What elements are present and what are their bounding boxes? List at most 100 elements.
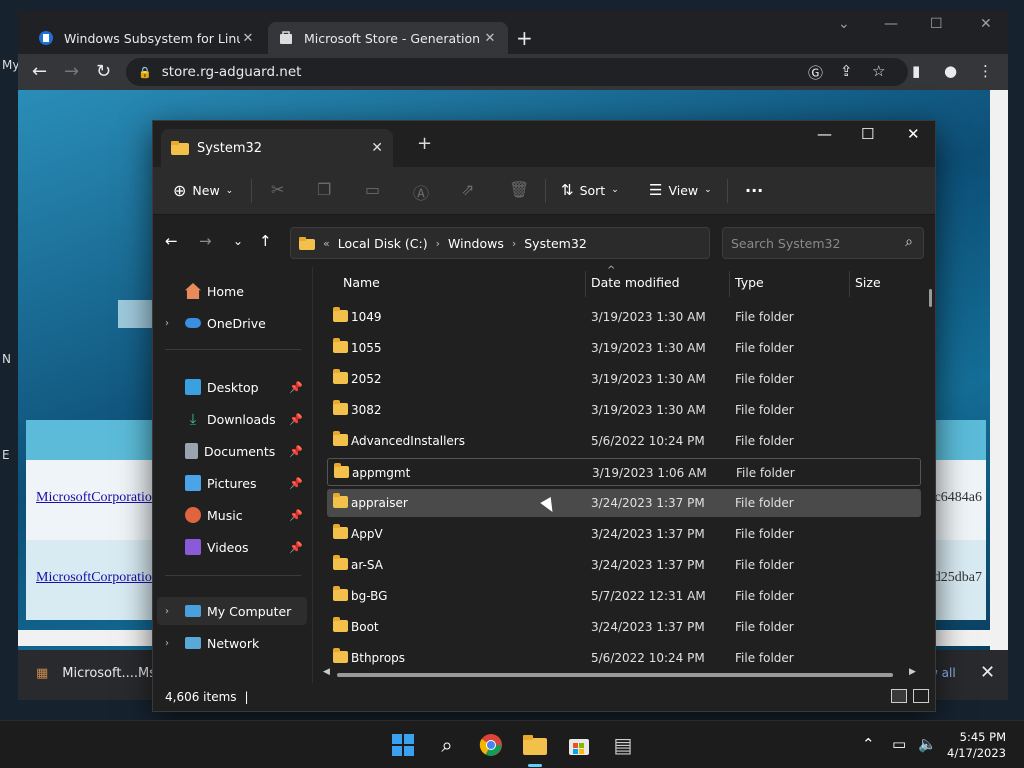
close-window-icon[interactable]: ✕ (980, 16, 992, 32)
bookmark-star-icon[interactable]: ☆ (872, 62, 885, 80)
file-row[interactable]: bg-BG 5/7/2022 12:31 AM File folder (327, 582, 921, 610)
nav-item-videos[interactable]: Videos 📌 (157, 533, 307, 561)
scroll-left-icon[interactable]: ◀ (323, 667, 330, 677)
close-window-icon[interactable]: ✕ (907, 125, 920, 143)
column-header-type[interactable]: Type (735, 275, 764, 290)
file-row[interactable]: Bthprops 5/6/2022 10:24 PM File folder (327, 644, 921, 672)
file-row[interactable]: 1055 3/19/2023 1:30 AM File folder (327, 334, 921, 362)
column-separator[interactable] (729, 271, 730, 297)
file-row[interactable]: AdvancedInstallers 5/6/2022 10:24 PM File … (327, 427, 921, 455)
address-bar[interactable]: « Local Disk (C:) › Windows › System32 ⌄… (290, 227, 834, 259)
file-row[interactable]: ar-SA 3/24/2023 1:37 PM File folder (327, 551, 921, 579)
scroll-right-icon[interactable]: ▶ (909, 667, 916, 677)
minimize-icon[interactable]: — (817, 125, 832, 143)
search-input[interactable]: Search System32 ⌕ (722, 227, 924, 259)
address-bar[interactable]: 🔒 store.rg-adguard.net (126, 58, 908, 86)
breadcrumb-system32[interactable]: System32 (524, 236, 587, 251)
list-horizontal-scrollbar[interactable]: ◀ ▶ (323, 667, 919, 679)
share-icon[interactable]: ⇪ (840, 62, 853, 80)
details-view-icon[interactable] (891, 689, 907, 703)
archive-app-icon[interactable]: ▤ (609, 731, 637, 759)
file-row[interactable]: 2052 3/19/2023 1:30 AM File folder (327, 365, 921, 393)
maximize-icon[interactable]: ☐ (861, 125, 874, 143)
search-icon[interactable]: ⌕ (433, 731, 461, 759)
download-item[interactable]: ▦ Microsoft....Ms (36, 666, 156, 681)
breadcrumb-local-disk[interactable]: Local Disk (C:) (338, 236, 428, 251)
file-row[interactable]: appmgmt 3/19/2023 1:06 AM File folder (327, 458, 921, 486)
start-button[interactable] (389, 731, 417, 759)
back-icon[interactable]: ← (165, 232, 178, 250)
pin-icon[interactable]: 📌 (289, 477, 303, 490)
close-download-shelf-icon[interactable]: ✕ (980, 662, 995, 683)
explorer-tab-system32[interactable]: System32 ✕ (161, 129, 393, 167)
store-app-icon[interactable] (565, 731, 593, 759)
paste-icon[interactable]: ▭ (365, 180, 380, 199)
up-icon[interactable]: ↑ (259, 232, 272, 250)
cut-icon[interactable]: ✂ (271, 180, 284, 199)
column-header-size[interactable]: Size (855, 275, 881, 290)
view-button[interactable]: ☰ View ⌄ (649, 181, 712, 199)
nav-item-desktop[interactable]: Desktop 📌 (157, 373, 307, 401)
nav-item-onedrive[interactable]: › OneDrive (157, 309, 307, 337)
nav-item-my-computer[interactable]: › My Computer (157, 597, 307, 625)
new-button[interactable]: ⊕ New ⌄ (173, 181, 233, 200)
chrome-app-icon[interactable] (477, 731, 505, 759)
nav-item-music[interactable]: Music 📌 (157, 501, 307, 529)
copy-icon[interactable]: ❐ (317, 180, 331, 199)
close-tab-icon[interactable]: ✕ (482, 31, 498, 46)
pin-icon[interactable]: 📌 (289, 445, 303, 458)
nav-item-network[interactable]: › Network (157, 629, 307, 657)
chevron-up-icon[interactable]: ⌃ (862, 735, 875, 753)
minimize-icon[interactable]: — (884, 16, 898, 32)
chevron-right-icon[interactable]: › (165, 318, 177, 329)
close-tab-icon[interactable]: ✕ (371, 140, 383, 156)
chevron-right-icon[interactable]: › (436, 237, 440, 250)
rename-icon[interactable]: Ⓐ (413, 180, 429, 204)
scrollbar-thumb[interactable] (337, 673, 893, 677)
pin-icon[interactable]: 📌 (289, 541, 303, 554)
tiles-view-icon[interactable] (913, 689, 929, 703)
tab-search-icon[interactable]: ⌄ (838, 16, 850, 32)
maximize-icon[interactable]: ☐ (930, 16, 943, 32)
file-row[interactable]: Boot 3/24/2023 1:37 PM File folder (327, 613, 921, 641)
breadcrumb-windows[interactable]: Windows (448, 236, 504, 251)
profile-icon[interactable]: ● (944, 62, 957, 80)
volume-icon[interactable]: 🔈 (918, 735, 937, 753)
chevron-right-icon[interactable]: › (165, 606, 177, 617)
pin-icon[interactable]: 📌 (289, 413, 303, 426)
download-link[interactable]: MicrosoftCorporatio (36, 570, 152, 586)
forward-icon[interactable]: → (199, 232, 212, 250)
forward-icon[interactable]: → (64, 61, 79, 82)
chevron-right-icon[interactable]: › (512, 237, 516, 250)
nav-item-documents[interactable]: Documents 📌 (157, 437, 307, 465)
sort-button[interactable]: ⇅ Sort ⌄ (561, 181, 619, 199)
new-tab-button[interactable]: + (417, 133, 432, 154)
new-tab-button[interactable]: + (516, 26, 533, 50)
chevron-right-icon[interactable]: › (165, 638, 177, 649)
file-row[interactable]: AppV 3/24/2023 1:37 PM File folder (327, 520, 921, 548)
chrome-tab-store[interactable]: Microsoft Store - Generation Pro ✕ (268, 22, 508, 54)
column-header-date[interactable]: Date modified (591, 275, 680, 290)
download-link[interactable]: MicrosoftCorporatio (36, 490, 152, 506)
system-clock[interactable]: 5:45 PM 4/17/2023 (940, 729, 1006, 761)
nav-item-downloads[interactable]: ⤓ Downloads 📌 (157, 405, 307, 433)
column-header-name[interactable]: Name (343, 275, 380, 290)
delete-icon[interactable]: 🗑 (509, 180, 529, 199)
breadcrumb-overflow[interactable]: « (323, 237, 330, 250)
column-separator[interactable] (585, 271, 586, 297)
recent-locations-icon[interactable]: ⌄ (233, 234, 243, 248)
close-tab-icon[interactable]: ✕ (240, 31, 256, 46)
menu-icon[interactable]: ⋮ (978, 62, 993, 80)
nav-item-home[interactable]: Home (157, 277, 307, 305)
file-row[interactable]: 1049 3/19/2023 1:30 AM File folder (327, 303, 921, 331)
more-options-button[interactable]: ··· (745, 181, 763, 200)
file-row[interactable]: 3082 3/19/2023 1:30 AM File folder (327, 396, 921, 424)
nav-item-pictures[interactable]: Pictures 📌 (157, 469, 307, 497)
column-separator[interactable] (849, 271, 850, 297)
share-icon[interactable]: ⇗ (461, 180, 474, 199)
page-vertical-scrollbar[interactable] (990, 90, 1008, 650)
file-row[interactable]: appraiser 3/24/2023 1:37 PM File folder (327, 489, 921, 517)
network-status-icon[interactable]: ▭ (892, 735, 906, 753)
pin-icon[interactable]: 📌 (289, 381, 303, 394)
back-icon[interactable]: ← (32, 61, 47, 82)
